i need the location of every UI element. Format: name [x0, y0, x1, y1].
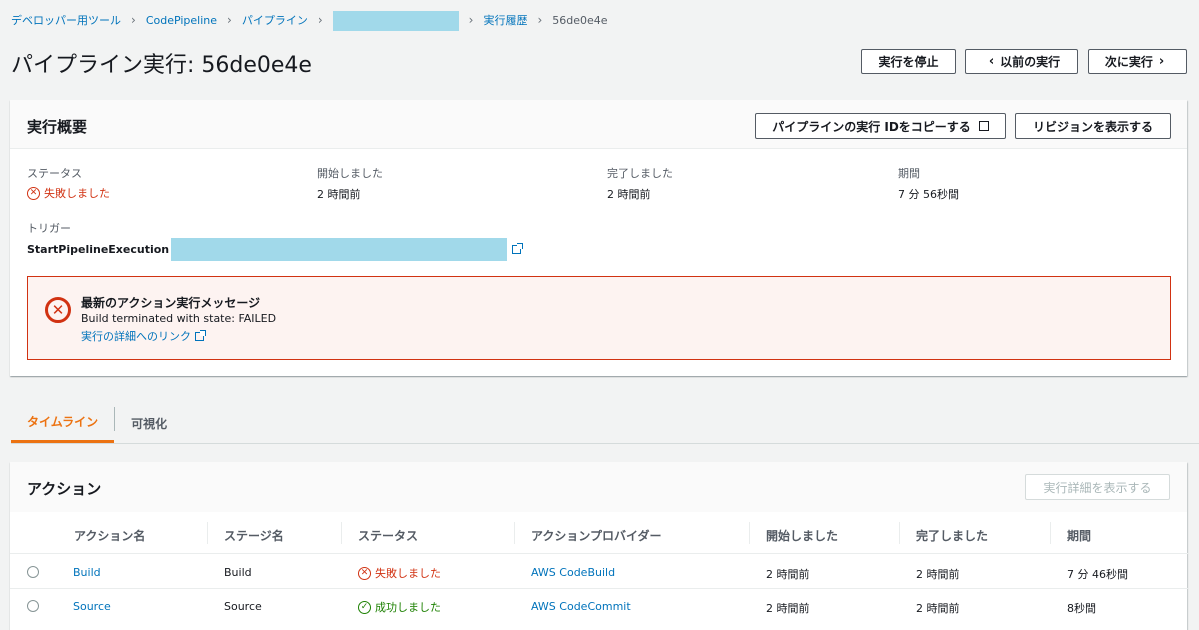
chevron-right-icon: › [1158, 54, 1165, 69]
column-divider [1050, 522, 1051, 544]
row-select-radio[interactable] [27, 600, 39, 612]
action-status-text: 成功しました [375, 601, 441, 614]
tabs-underline [11, 443, 1199, 444]
breadcrumb: デベロッパー用ツール › CodePipeline › パイプライン › › 実… [11, 10, 608, 31]
copy-icon [978, 121, 989, 131]
execution-details-link[interactable]: 実行の詳細へのリンク [81, 328, 206, 344]
column-divider [514, 522, 515, 544]
chevron-right-icon: › [317, 13, 323, 27]
trigger-label: トリガー [27, 222, 71, 235]
breadcrumb-developer-tools[interactable]: デベロッパー用ツール [11, 12, 121, 28]
column-divider [207, 522, 208, 544]
error-icon: ✕ [45, 297, 71, 323]
completed-cell: 2 時間前 [916, 568, 960, 581]
action-status: ✓ 成功しました [358, 599, 441, 615]
column-header-stage-name[interactable]: ステージ名 [224, 527, 284, 544]
tab-visualization[interactable]: 可視化 [115, 403, 183, 443]
next-execution-label: 次に実行 [1104, 55, 1153, 69]
view-execution-details-label: 実行詳細を表示する [1043, 480, 1152, 495]
alert-message: Build terminated with state: FAILED [81, 312, 277, 325]
breadcrumb-codepipeline[interactable]: CodePipeline [146, 14, 217, 27]
column-header-status[interactable]: ステータス [358, 527, 418, 544]
column-divider [749, 522, 750, 544]
breadcrumb-current: 56de0e4e [552, 13, 608, 27]
breadcrumb-pipelines[interactable]: パイプライン [242, 12, 308, 28]
alert-title: 最新のアクション実行メッセージ [81, 296, 261, 310]
row-select-radio[interactable] [27, 566, 39, 578]
chevron-right-icon: › [227, 13, 232, 27]
page-title: パイプライン実行: 56de0e4e [11, 53, 312, 78]
column-header-provider[interactable]: アクションプロバイダー [531, 527, 662, 544]
error-icon: ✕ [358, 566, 371, 580]
chevron-right-icon: › [468, 13, 474, 27]
completed-value: 2 時間前 [607, 188, 651, 201]
row-divider [10, 553, 1189, 554]
stage-name: Build [224, 566, 252, 579]
chevron-left-icon: ‹ [988, 54, 995, 69]
column-header-action-name[interactable]: アクション名 [74, 527, 145, 544]
redacted-pipeline-name[interactable] [332, 10, 459, 31]
breadcrumb-history[interactable]: 実行履歴 [483, 12, 527, 28]
trigger-value: StartPipelineExecution [27, 238, 524, 261]
external-link-icon [195, 330, 206, 341]
column-divider [899, 522, 900, 544]
provider-link[interactable]: AWS CodeBuild [531, 566, 615, 579]
completed-label: 完了しました [607, 167, 673, 180]
started-cell: 2 時間前 [766, 602, 810, 615]
status-text: 失敗しました [44, 187, 110, 200]
action-status-text: 失敗しました [375, 567, 441, 580]
actions-header: アクション 実行詳細を表示する [10, 462, 1187, 512]
view-tabs: タイムライン 可視化 [11, 403, 183, 443]
external-link-icon[interactable] [512, 243, 524, 254]
column-header-duration[interactable]: 期間 [1067, 527, 1091, 544]
duration-cell: 8秒間 [1067, 602, 1096, 615]
latest-action-alert: ✕ 最新のアクション実行メッセージ Build terminated with … [27, 276, 1171, 360]
view-execution-details-button[interactable]: 実行詳細を表示する [1025, 474, 1170, 500]
copy-execution-id-label: パイプラインの実行 IDをコピーする [772, 119, 971, 134]
check-circle-icon: ✓ [358, 600, 371, 614]
previous-execution-button[interactable]: ‹ 以前の実行 [965, 49, 1078, 74]
tab-timeline[interactable]: タイムライン [11, 403, 115, 443]
duration-label: 期間 [898, 167, 920, 180]
row-divider [10, 588, 1189, 589]
execution-summary-card: 実行概要 パイプラインの実行 IDをコピーする リビジョンを表示する ステータス… [10, 100, 1187, 376]
stop-execution-label: 実行を停止 [878, 55, 939, 69]
stop-execution-button[interactable]: 実行を停止 [861, 49, 956, 74]
stage-name: Source [224, 600, 262, 613]
next-execution-button[interactable]: 次に実行 › [1088, 49, 1187, 74]
summary-title: 実行概要 [27, 118, 88, 136]
show-revisions-label: リビジョンを表示する [1032, 119, 1153, 134]
duration-cell: 7 分 46秒間 [1067, 568, 1128, 581]
duration-value: 7 分 56秒間 [898, 188, 959, 201]
redacted-trigger-detail [171, 238, 508, 261]
action-status: ✕ 失敗しました [358, 565, 441, 581]
column-divider [341, 522, 342, 544]
column-header-completed[interactable]: 完了しました [916, 527, 988, 544]
execution-details-link-label: 実行の詳細へのリンク [81, 330, 191, 343]
copy-execution-id-button[interactable]: パイプラインの実行 IDをコピーする [755, 113, 1006, 139]
completed-cell: 2 時間前 [916, 602, 960, 615]
actions-title: アクション [27, 480, 102, 498]
summary-header: 実行概要 パイプラインの実行 IDをコピーする リビジョンを表示する [10, 100, 1187, 149]
action-name-link[interactable]: Build [73, 566, 101, 579]
previous-execution-label: 以前の実行 [1000, 55, 1061, 69]
started-value: 2 時間前 [317, 188, 361, 201]
provider-link[interactable]: AWS CodeCommit [531, 600, 631, 613]
show-revisions-button[interactable]: リビジョンを表示する [1015, 113, 1171, 139]
trigger-text: StartPipelineExecution [27, 243, 170, 256]
started-cell: 2 時間前 [766, 568, 810, 581]
action-name-link[interactable]: Source [73, 600, 111, 613]
status-label: ステータス [27, 167, 82, 180]
started-label: 開始しました [317, 167, 383, 180]
status-value: ✕ 失敗しました [27, 185, 110, 201]
column-header-started[interactable]: 開始しました [766, 527, 838, 544]
error-icon: ✕ [27, 186, 40, 200]
chevron-right-icon: › [537, 13, 543, 27]
chevron-right-icon: › [131, 13, 136, 27]
